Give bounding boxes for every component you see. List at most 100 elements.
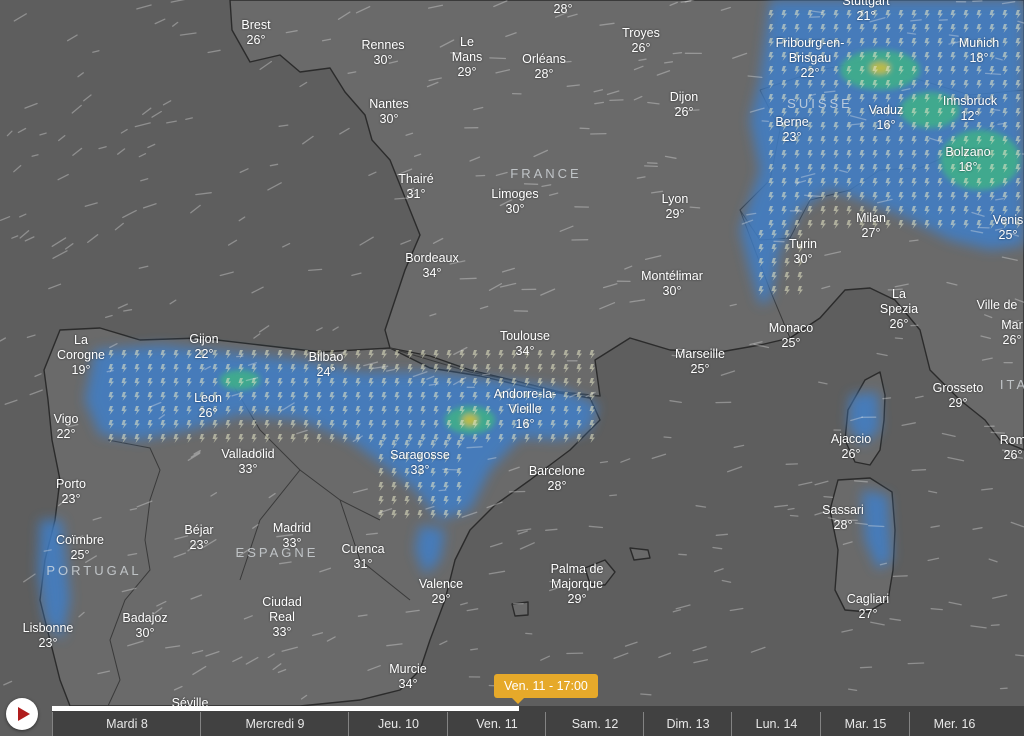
timeline-day[interactable]: Ven. 11 — [447, 712, 546, 736]
city-name: Vieille — [508, 402, 542, 416]
city-temperature: 22° — [800, 66, 820, 80]
city-label-monaco[interactable]: Monaco 25° — [769, 321, 813, 351]
city-label-mar[interactable]: Mar 26° — [1001, 318, 1023, 348]
timeline-day[interactable]: Jeu. 10 — [348, 712, 448, 736]
city-label-coimbre[interactable]: Coïmbre 25° — [56, 533, 104, 563]
city-label-stuttgart[interactable]: Stuttgart 21° — [842, 0, 889, 24]
city-label-nantes[interactable]: Nantes 30° — [369, 97, 409, 127]
country-label-suisse: SUISSE — [787, 96, 853, 111]
timeline-day[interactable]: Mercredi 9 — [200, 712, 349, 736]
timeline-day[interactable]: Mer. 16 — [909, 712, 999, 736]
city-label-cagliari[interactable]: Cagliari 27° — [847, 592, 889, 622]
timeline-day[interactable]: Sam. 12 — [545, 712, 644, 736]
city-label-le-mans[interactable]: Le Mans 29° — [452, 35, 483, 80]
city-label-la-spezia[interactable]: La Spezia 26° — [880, 287, 918, 332]
city-name: Limoges — [491, 187, 539, 201]
city-label-sassari[interactable]: Sassari 28° — [822, 503, 864, 533]
city-name: Valladolid — [221, 447, 275, 461]
city-label-fribourg[interactable]: Fribourg-en- Brisgau 22° — [776, 36, 845, 81]
city-name: Porto — [56, 477, 86, 491]
city-label-vaduz[interactable]: Vaduz 16° — [869, 103, 904, 133]
city-label-rennes[interactable]: Rennes 30° — [361, 38, 404, 68]
city-label-troyes[interactable]: Troyes 26° — [622, 26, 660, 56]
city-label-orleans[interactable]: Orléans 28° — [522, 52, 566, 82]
timeline-day[interactable]: Dim. 13 — [643, 712, 732, 736]
city-name: Venis — [992, 213, 1024, 227]
city-label-lyon[interactable]: Lyon 29° — [662, 192, 689, 222]
wind-streak — [459, 277, 477, 280]
city-label-bilbao[interactable]: Bilbao 24° — [309, 350, 344, 380]
city-label-paris[interactable]: 28° — [554, 2, 573, 17]
wind-streak — [678, 553, 687, 556]
city-label-munich[interactable]: Munich 18° — [959, 36, 999, 66]
city-label-toulouse[interactable]: Toulouse 34° — [500, 329, 550, 359]
city-label-bejar[interactable]: Béjar 23° — [184, 523, 213, 553]
city-label-brest[interactable]: Brest 26° — [241, 18, 270, 48]
city-temperature: 22° — [194, 347, 214, 361]
city-label-bordeaux[interactable]: Bordeaux 34° — [405, 251, 459, 281]
wind-streak — [609, 494, 618, 497]
country-label-italie: ITA — [999, 377, 1024, 392]
city-temperature: 30° — [505, 202, 525, 216]
city-temperature: 30° — [662, 284, 682, 298]
city-label-ciudad-real[interactable]: Ciudad Real 33° — [262, 595, 302, 640]
wind-streak — [882, 397, 892, 400]
city-label-valladolid[interactable]: Valladolid 33° — [221, 447, 274, 477]
city-temperature: 25° — [690, 362, 710, 376]
country-label-france: FRANCE — [510, 166, 582, 181]
city-label-rom[interactable]: Rom 26° — [1000, 433, 1024, 463]
city-temperature: 23° — [61, 492, 81, 506]
city-temperature: 29° — [948, 396, 968, 410]
timeline-day[interactable]: Lun. 14 — [731, 712, 821, 736]
city-label-palma[interactable]: Palma de Majorque 29° — [551, 562, 604, 607]
city-name: Bilbao — [308, 350, 344, 364]
city-label-badajoz[interactable]: Badajoz 30° — [122, 611, 167, 641]
wind-streak — [644, 165, 658, 168]
city-name: Troyes — [622, 26, 660, 40]
city-name: Orléans — [522, 52, 566, 66]
city-label-bolzano[interactable]: Bolzano 18° — [945, 145, 990, 175]
city-name: Palma de — [550, 562, 604, 576]
city-label-milan[interactable]: Milan 27° — [856, 211, 886, 241]
city-temperature: 30° — [373, 53, 393, 67]
city-temperature: 26° — [631, 41, 651, 55]
city-label-turin[interactable]: Turin 30° — [789, 237, 817, 267]
timeline-day[interactable]: Mar. 15 — [820, 712, 910, 736]
city-temperature: 26° — [674, 105, 694, 119]
city-temperature: 12° — [960, 109, 980, 123]
wind-streak — [868, 525, 885, 528]
city-label-saragosse[interactable]: Saragosse 33° — [390, 448, 450, 478]
play-button[interactable] — [6, 698, 38, 730]
city-temperature: 25° — [781, 336, 801, 350]
city-label-marseille[interactable]: Marseille 25° — [675, 347, 725, 377]
timeline-day[interactable]: Mardi 8 — [52, 712, 201, 736]
city-label-thaire[interactable]: Thairé 31° — [398, 172, 433, 202]
city-label-ville-de[interactable]: Ville de — [977, 298, 1018, 313]
wind-streak — [470, 648, 479, 651]
city-label-innsbruck[interactable]: Innsbruck 12° — [943, 94, 997, 124]
city-label-cuenca[interactable]: Cuenca 31° — [341, 542, 384, 572]
city-label-grosseto[interactable]: Grosseto 29° — [933, 381, 984, 411]
city-label-berne[interactable]: Berne 23° — [775, 115, 808, 145]
city-label-valence[interactable]: Valence 29° — [419, 577, 463, 607]
city-temperature: 23° — [189, 538, 209, 552]
city-label-gijon[interactable]: Gijon 22° — [189, 332, 218, 362]
city-label-ajaccio[interactable]: Ajaccio 26° — [831, 432, 871, 462]
city-label-lisbonne[interactable]: Lisbonne 23° — [23, 621, 74, 651]
city-label-madrid[interactable]: Madrid 33° — [273, 521, 311, 551]
city-name: Coïmbre — [56, 533, 104, 547]
city-label-andorre[interactable]: Andorre-la- Vieille 16° — [494, 387, 557, 432]
city-label-venise[interactable]: Venis 25° — [993, 213, 1024, 243]
city-label-montelimar[interactable]: Montélimar 30° — [641, 269, 703, 299]
city-label-porto[interactable]: Porto 23° — [56, 477, 86, 507]
city-label-dijon[interactable]: Dijon 26° — [670, 90, 699, 120]
city-name: Majorque — [550, 577, 604, 591]
city-label-barcelone[interactable]: Barcelone 28° — [529, 464, 585, 494]
city-temperature: 19° — [71, 363, 91, 377]
weather-map[interactable]: FRANCE ESPAGNE PORTUGAL SUISSE ITA Brest 26° R… — [0, 0, 1024, 736]
city-label-vigo[interactable]: Vigo 22° — [54, 412, 79, 442]
city-label-leon[interactable]: Leon 26° — [194, 391, 222, 421]
city-label-limoges[interactable]: Limoges 30° — [491, 187, 538, 217]
city-label-murcie[interactable]: Murcie 34° — [389, 662, 427, 692]
city-label-la-corogne[interactable]: La Corogne 19° — [57, 333, 105, 378]
